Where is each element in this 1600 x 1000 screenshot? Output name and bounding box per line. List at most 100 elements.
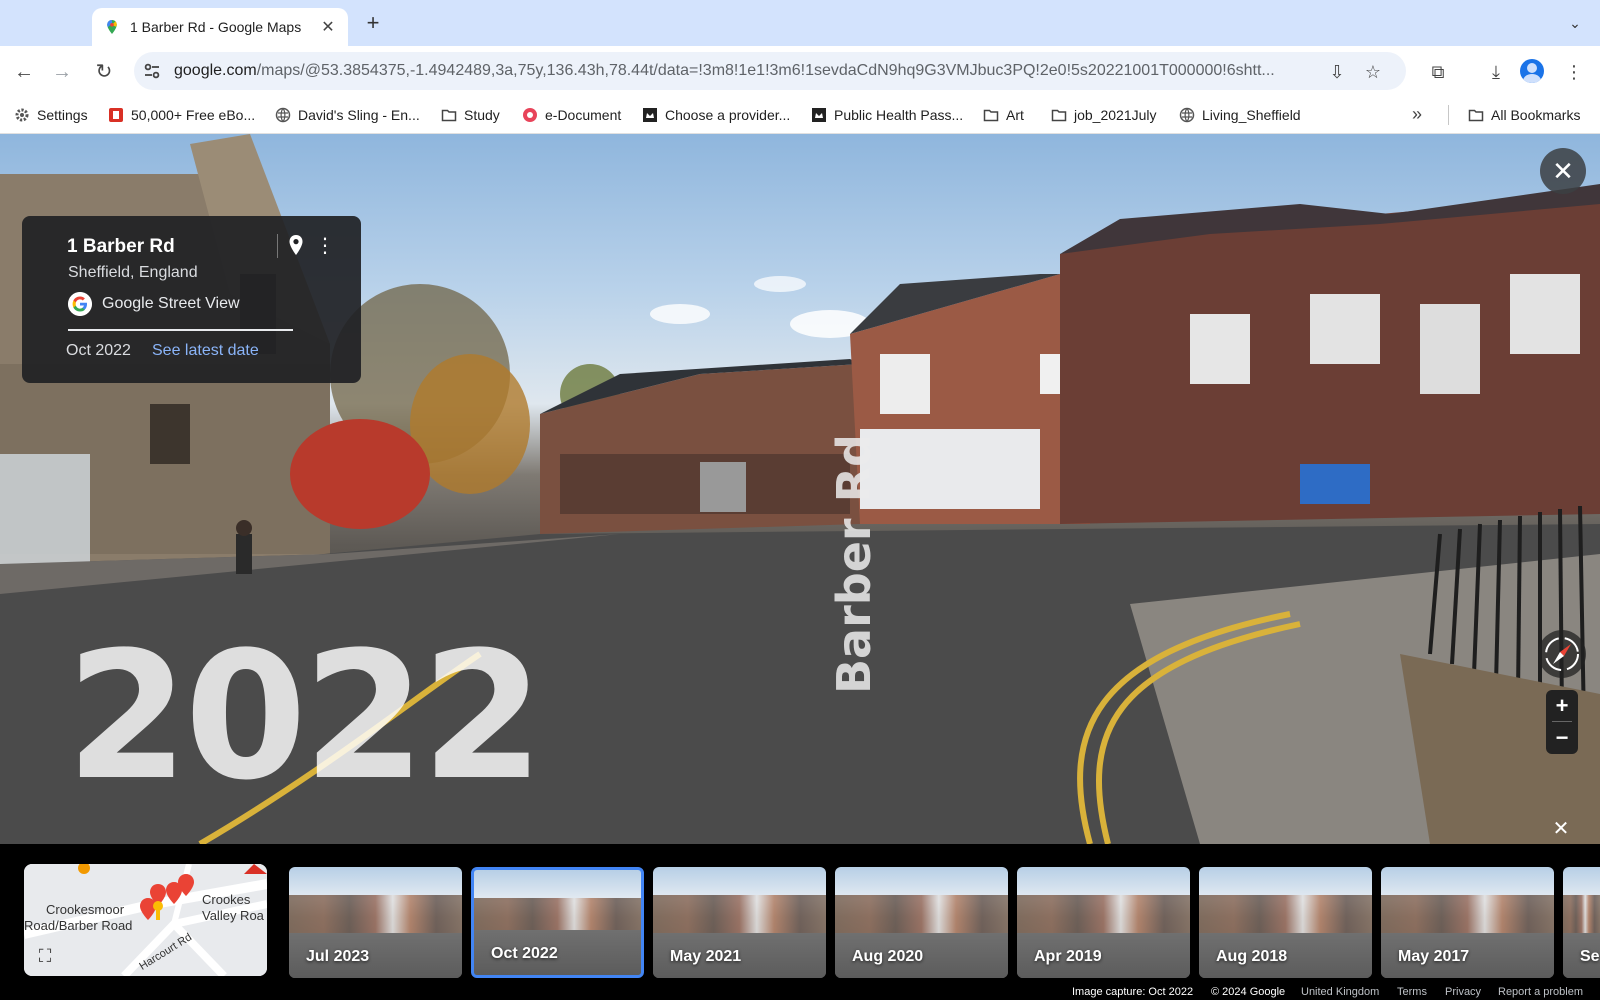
maps-footer: Image capture: Oct 2022 © 2024 Google Un… bbox=[0, 984, 1600, 1000]
location-city: Sheffield, England bbox=[68, 264, 198, 281]
bookmark-all-bookmarks[interactable]: All Bookmarks bbox=[1468, 105, 1580, 125]
card-vertical-divider bbox=[277, 234, 278, 258]
bookmark-settings[interactable]: Settings bbox=[14, 105, 88, 125]
bookmarks-divider bbox=[1448, 105, 1449, 125]
timeline-thumb-aug-2020[interactable]: Aug 2020 bbox=[835, 867, 1008, 978]
folder-icon bbox=[1051, 109, 1067, 122]
downloads-icon[interactable]: ⤓ bbox=[1482, 58, 1510, 86]
crown-icon bbox=[643, 108, 657, 122]
browser-toolbar: ← → ↻ google.com/maps/@53.3854375,-1.494… bbox=[0, 46, 1600, 96]
bookmark-label: Study bbox=[464, 107, 500, 123]
road-marking-text: Barber Rd bbox=[827, 434, 881, 694]
timeline-thumb-apr-2019[interactable]: Apr 2019 bbox=[1017, 867, 1190, 978]
bookmark-label: All Bookmarks bbox=[1491, 107, 1581, 123]
thumb-date-label: Apr 2019 bbox=[1034, 948, 1102, 965]
bookmark-choose-provider[interactable]: Choose a provider... bbox=[642, 105, 790, 125]
map-pin-icon[interactable] bbox=[286, 233, 306, 259]
bookmark-davids-sling[interactable]: David's Sling - En... bbox=[275, 105, 420, 125]
chevron-more-bookmarks-icon[interactable]: » bbox=[1412, 104, 1422, 125]
capture-date: Oct 2022 bbox=[66, 342, 131, 359]
thumb-date-label: Aug 2018 bbox=[1216, 948, 1288, 965]
site-settings-icon[interactable] bbox=[142, 61, 162, 81]
timeline-thumb-may-2021[interactable]: May 2021 bbox=[653, 867, 826, 978]
bookmark-label: job_2021July bbox=[1074, 107, 1157, 123]
card-divider bbox=[68, 329, 293, 331]
forward-arrow-icon[interactable]: → bbox=[48, 58, 76, 86]
bookmark-label: Choose a provider... bbox=[665, 107, 791, 123]
map-label-crookesmoor: Crookesmoor bbox=[46, 902, 125, 917]
close-timeline-button[interactable]: ✕ bbox=[1546, 814, 1576, 844]
bookmark-living-sheffield[interactable]: Living_Sheffield bbox=[1179, 105, 1301, 125]
install-app-icon[interactable]: ⇩ bbox=[1326, 61, 1348, 83]
bookmark-folder-art[interactable]: Art bbox=[983, 105, 1024, 125]
terms-link[interactable]: Terms bbox=[1397, 986, 1427, 998]
bookmark-folder-study[interactable]: Study bbox=[441, 105, 500, 125]
more-options-icon[interactable]: ⋮ bbox=[315, 233, 335, 259]
map-label-barber-road: Road/Barber Road bbox=[24, 918, 133, 933]
tab-strip: 1 Barber Rd - Google Maps ✕ + ⌄ bbox=[0, 0, 1600, 46]
reload-icon[interactable]: ↻ bbox=[90, 58, 118, 86]
timeline-thumb-oct-2022[interactable]: Oct 2022 bbox=[471, 867, 644, 978]
thumb-date-label: May 2021 bbox=[670, 948, 742, 965]
timeline-thumb-partial[interactable]: Se bbox=[1563, 867, 1600, 978]
bookmark-label: Art bbox=[1006, 107, 1024, 123]
profile-avatar[interactable] bbox=[1520, 59, 1544, 83]
bookmarks-bar: Settings 50,000+ Free eBo... David's Sli… bbox=[0, 96, 1600, 134]
location-address: 1 Barber Rd bbox=[67, 236, 175, 257]
timeline-thumb-aug-2018[interactable]: Aug 2018 bbox=[1199, 867, 1372, 978]
url-host: google.com bbox=[174, 62, 257, 79]
compass-icon[interactable] bbox=[1538, 630, 1586, 678]
timeline-thumb-jul-2023[interactable]: Jul 2023 bbox=[289, 867, 462, 978]
zoom-in-button[interactable]: + bbox=[1546, 690, 1578, 722]
see-latest-date-link[interactable]: See latest date bbox=[152, 342, 259, 360]
timeline-thumb-may-2017[interactable]: May 2017 bbox=[1381, 867, 1554, 978]
bookmark-label: e-Document bbox=[545, 107, 622, 123]
new-tab-button[interactable]: + bbox=[360, 10, 386, 36]
report-problem-link[interactable]: Report a problem bbox=[1498, 986, 1583, 998]
zoom-control: + − bbox=[1546, 690, 1578, 754]
privacy-link[interactable]: Privacy bbox=[1445, 986, 1481, 998]
bookmark-folder-job[interactable]: job_2021July bbox=[1051, 105, 1157, 125]
expand-map-icon[interactable]: ⛶ bbox=[33, 944, 57, 968]
extensions-puzzle-icon[interactable]: ⧉ bbox=[1424, 58, 1452, 86]
folder-icon bbox=[441, 109, 457, 122]
bookmark-e-document[interactable]: e-Document bbox=[522, 105, 621, 125]
tab-title: 1 Barber Rd - Google Maps bbox=[130, 19, 302, 35]
active-tab[interactable]: 1 Barber Rd - Google Maps ✕ bbox=[92, 8, 348, 46]
bookmark-star-icon[interactable]: ☆ bbox=[1362, 61, 1384, 83]
thumb-buildings bbox=[1563, 895, 1600, 935]
gear-icon bbox=[15, 108, 29, 122]
thumb-date-label: Jul 2023 bbox=[306, 948, 370, 965]
imagery-source: Google Street View bbox=[102, 295, 240, 312]
tab-close-icon[interactable]: ✕ bbox=[318, 17, 338, 37]
close-street-view-button[interactable]: ✕ bbox=[1540, 148, 1586, 194]
thumb-date-label: Oct 2022 bbox=[491, 945, 558, 962]
thumb-buildings bbox=[1017, 895, 1190, 935]
tab-search-chevron-icon[interactable]: ⌄ bbox=[1564, 12, 1586, 34]
copyright-text: © 2024 Google bbox=[1211, 986, 1286, 998]
timeline-strip: Crookesmoor Road/Barber Road Crookes Val… bbox=[0, 844, 1600, 984]
mini-map[interactable]: Crookesmoor Road/Barber Road Crookes Val… bbox=[24, 864, 267, 976]
location-info-card: 1 Barber Rd Sheffield, England Google St… bbox=[22, 216, 361, 383]
chrome-menu-icon[interactable]: ⋮ bbox=[1560, 58, 1588, 86]
address-bar[interactable]: google.com/maps/@53.3854375,-1.4942489,3… bbox=[134, 52, 1406, 90]
thumb-date-label: Se bbox=[1580, 948, 1600, 965]
zoom-out-button[interactable]: − bbox=[1546, 722, 1578, 754]
back-arrow-icon[interactable]: ← bbox=[10, 58, 38, 86]
street-view-panorama[interactable]: Barber Rd ✕ 1 Barber Rd Sheffield, Engla… bbox=[0, 134, 1600, 844]
bookmark-free-ebooks[interactable]: 50,000+ Free eBo... bbox=[108, 105, 255, 125]
bookmark-public-health[interactable]: Public Health Pass... bbox=[811, 105, 963, 125]
map-label-crookes: Crookes bbox=[202, 892, 251, 907]
thumb-buildings bbox=[1381, 895, 1554, 935]
thumb-buildings bbox=[835, 895, 1008, 935]
maps-pin-icon bbox=[107, 20, 117, 34]
url-text[interactable]: google.com/maps/@53.3854375,-1.4942489,3… bbox=[174, 62, 1304, 80]
region-link[interactable]: United Kingdom bbox=[1301, 986, 1379, 998]
thumb-date-label: Aug 2020 bbox=[852, 948, 924, 965]
thumb-date-label: May 2017 bbox=[1398, 948, 1470, 965]
compass-needle-icon bbox=[1545, 637, 1579, 671]
map-label-valley-road: Valley Roa bbox=[202, 908, 264, 923]
bookmark-label: Settings bbox=[37, 107, 88, 123]
thumb-buildings bbox=[1199, 895, 1372, 935]
google-g-icon bbox=[68, 292, 92, 316]
